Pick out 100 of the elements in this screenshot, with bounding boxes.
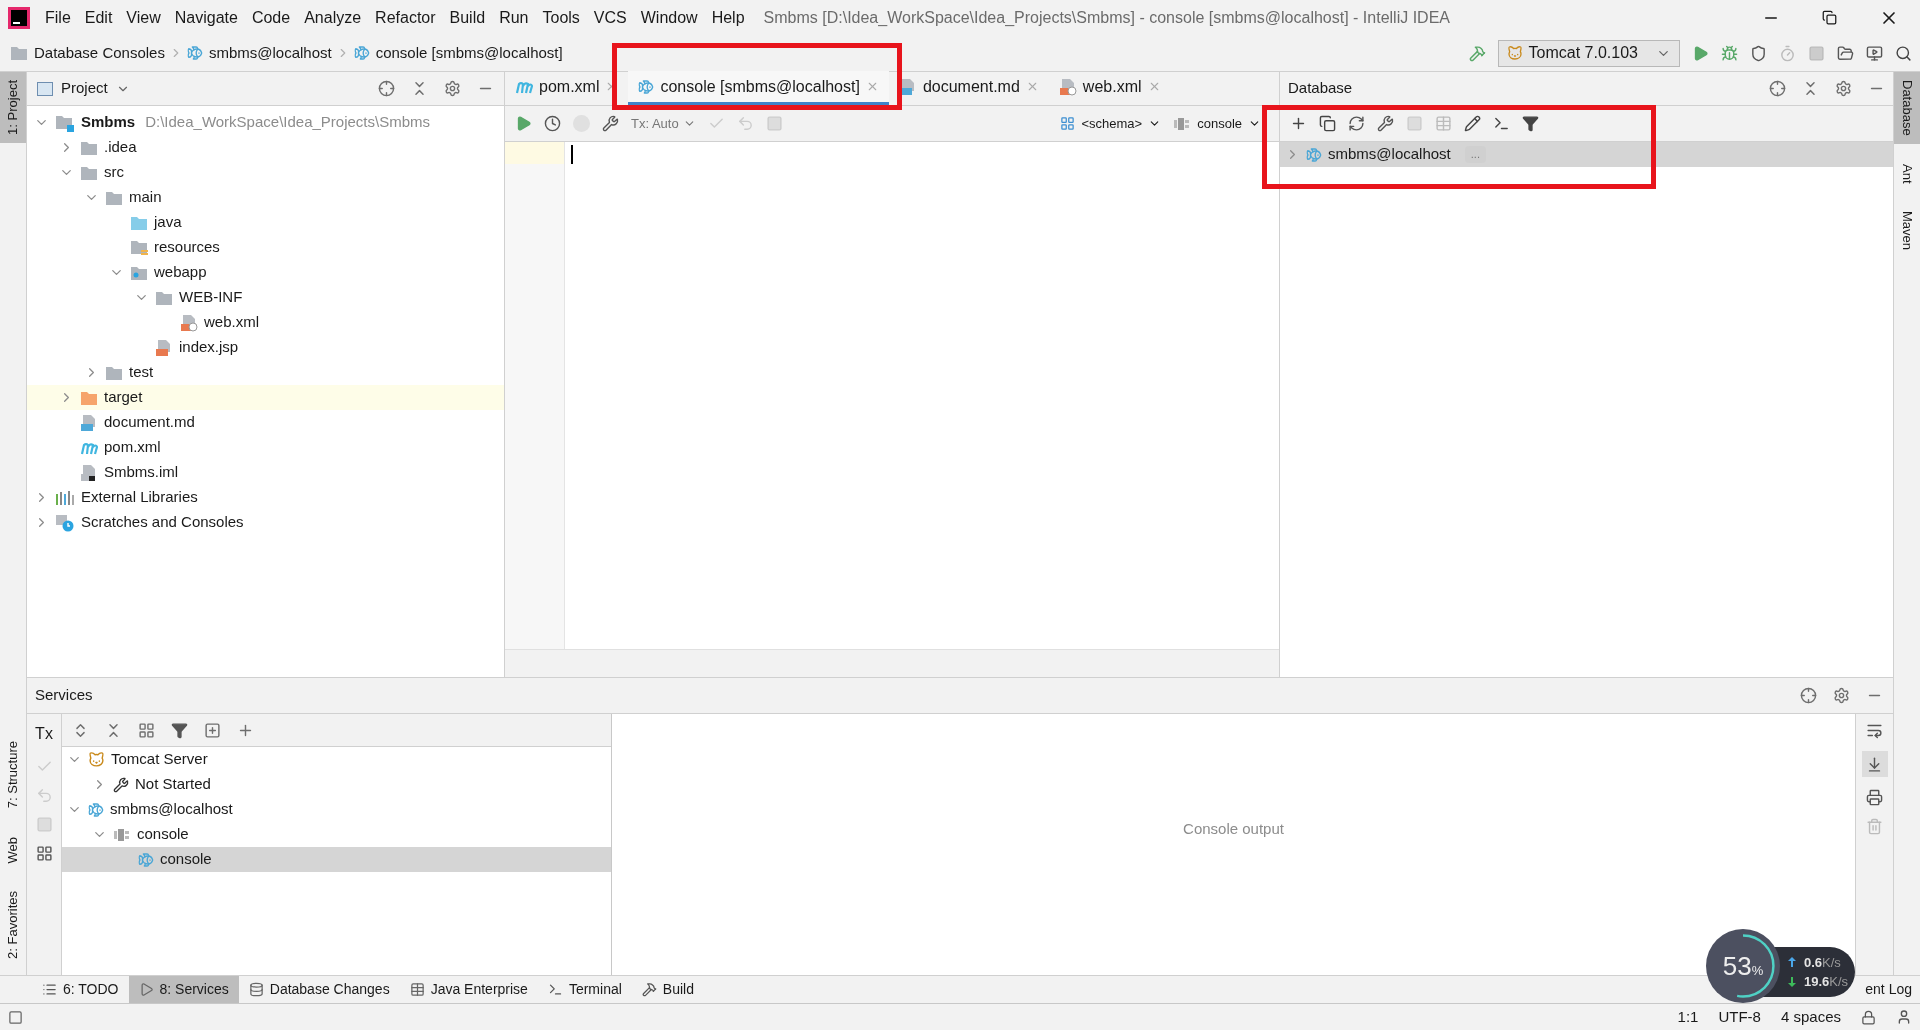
menu-item[interactable]: Code (244, 5, 298, 30)
edit-icon[interactable] (1464, 115, 1481, 132)
debug-icon[interactable] (1721, 44, 1738, 62)
panel-title[interactable]: Project (61, 77, 108, 100)
tree-row[interactable]: target (27, 385, 504, 410)
tree-row[interactable]: Smbms D:\Idea_WorkSpace\Idea_Projects\Smbms (27, 110, 504, 135)
tool-window-tab[interactable]: Build (631, 975, 704, 1004)
tree-row[interactable]: Smbms.iml (27, 460, 504, 485)
settings-icon[interactable] (444, 80, 461, 97)
tree-row[interactable]: console (62, 822, 611, 847)
tree-row[interactable]: main (27, 185, 504, 210)
group-icon[interactable] (138, 721, 155, 739)
breadcrumb[interactable]: smbms@localhost (186, 41, 332, 65)
tree-row[interactable]: resources (27, 235, 504, 260)
menu-item[interactable]: Refactor (368, 5, 443, 30)
menu-item[interactable]: Build (442, 5, 493, 30)
filter-icon[interactable] (171, 721, 188, 739)
layout-icon[interactable] (35, 845, 53, 862)
history-icon[interactable] (544, 115, 561, 132)
menu-item[interactable]: Edit (77, 5, 120, 30)
tool-window-tab[interactable]: Terminal (537, 975, 632, 1004)
tool-windows-icon[interactable] (8, 1009, 23, 1025)
breadcrumb[interactable]: console [smbms@localhost] (353, 41, 563, 65)
tool-window-tab[interactable]: Maven (1894, 203, 1920, 259)
tree-row[interactable]: Scratches and Consoles (27, 510, 504, 535)
filter-icon[interactable] (1522, 115, 1539, 132)
new-tab-icon[interactable] (204, 721, 221, 739)
tree-row[interactable]: document.md (27, 410, 504, 435)
tool-window-tab[interactable]: 8: Services (128, 975, 239, 1004)
hammer-icon[interactable] (1468, 44, 1486, 62)
transaction-mode-dropdown[interactable]: Tx: Auto (631, 113, 696, 134)
status-item[interactable]: 4 spaces (1780, 1005, 1841, 1029)
editor-tab[interactable]: pom.xml (505, 71, 629, 105)
tree-row[interactable]: webapp (27, 260, 504, 285)
tree-row[interactable]: console (62, 847, 611, 872)
lock-icon[interactable] (1861, 1009, 1876, 1025)
tree-row[interactable]: pom.xml (27, 435, 504, 460)
properties-icon[interactable] (1377, 115, 1394, 132)
tree-row[interactable]: WEB-INF (27, 285, 504, 310)
search-icon[interactable] (1895, 44, 1912, 62)
editor-tab[interactable]: web.xml (1048, 71, 1171, 105)
breadcrumb[interactable]: Database Consoles (10, 41, 165, 65)
tool-window-tab[interactable]: 7: Structure (0, 733, 26, 817)
print-icon[interactable] (1866, 789, 1883, 806)
event-log-button[interactable]: ent Log (1865, 979, 1912, 1000)
tree-row[interactable]: src (27, 160, 504, 185)
terminal-icon (547, 982, 563, 997)
duplicate-icon[interactable] (1319, 115, 1336, 132)
tool-window-tab[interactable]: 2: Favorites (0, 883, 26, 967)
tree-row[interactable]: java (27, 210, 504, 235)
tool-window-tab[interactable]: Database Changes (238, 975, 400, 1004)
project-structure-icon[interactable] (1837, 44, 1854, 62)
tree-row[interactable]: smbms@localhost ... (1280, 142, 1893, 167)
settings-icon[interactable] (1833, 687, 1850, 704)
settings-wrench-icon[interactable] (602, 115, 619, 132)
session-dropdown[interactable]: console (1173, 113, 1261, 134)
menu-item[interactable]: Analyze (297, 5, 369, 30)
execute-icon[interactable] (515, 115, 532, 132)
menu-item[interactable]: Window (633, 5, 705, 30)
locate-icon[interactable] (378, 80, 395, 97)
menu-item[interactable]: File (38, 5, 78, 30)
terminal-window-icon[interactable] (1866, 44, 1883, 62)
scroll-to-end-button[interactable] (1861, 751, 1888, 777)
run-config-dropdown[interactable]: Tomcat 7.0.103 (1497, 39, 1680, 67)
editor-tab[interactable]: document.md (888, 71, 1049, 105)
tool-window-tab[interactable]: Java Enterprise (399, 975, 538, 1004)
locate-icon[interactable] (1800, 687, 1817, 704)
tree-row[interactable]: Tomcat Server (62, 747, 611, 772)
settings-icon[interactable] (1835, 80, 1852, 97)
tool-window-tab[interactable]: Database (1894, 72, 1920, 144)
tree-row[interactable]: External Libraries (27, 485, 504, 510)
tool-window-tab[interactable]: Ant (1894, 155, 1920, 192)
menu-item[interactable]: Run (492, 5, 536, 30)
run-icon[interactable] (1692, 44, 1709, 62)
locate-icon[interactable] (1769, 80, 1786, 97)
refresh-icon[interactable] (1348, 115, 1365, 132)
tool-window-tab[interactable]: 6: TODO (32, 975, 129, 1004)
add-icon[interactable] (1290, 115, 1307, 132)
tree-row[interactable]: Not Started (62, 772, 611, 797)
tool-window-tab[interactable]: Web (0, 828, 26, 872)
status-item[interactable]: UTF-8 (1718, 1005, 1761, 1029)
tree-row[interactable]: web.xml (27, 310, 504, 335)
transaction-button[interactable]: Tx (35, 722, 53, 746)
menu-item[interactable]: Tools (535, 5, 587, 30)
tree-row[interactable]: test (27, 360, 504, 385)
menu-item[interactable]: Navigate (167, 5, 245, 30)
soft-wrap-icon[interactable] (1866, 722, 1883, 739)
menu-item[interactable]: Help (704, 5, 752, 30)
coverage-icon[interactable] (1750, 44, 1767, 62)
tree-row[interactable]: smbms@localhost (62, 797, 611, 822)
editor-tab[interactable]: console [smbms@localhost] (628, 71, 889, 105)
tree-row[interactable]: index.jsp (27, 335, 504, 360)
tree-row[interactable]: .idea (27, 135, 504, 160)
restore-icon[interactable] (1822, 10, 1837, 25)
status-item[interactable]: 1:1 (1677, 1005, 1699, 1029)
menu-item[interactable]: VCS (586, 5, 634, 30)
menu-item[interactable]: View (119, 5, 168, 30)
console-icon[interactable] (1493, 115, 1510, 132)
schema-dropdown[interactable]: <schema> (1060, 113, 1162, 134)
tool-window-tab[interactable]: 1: Project (0, 72, 26, 143)
